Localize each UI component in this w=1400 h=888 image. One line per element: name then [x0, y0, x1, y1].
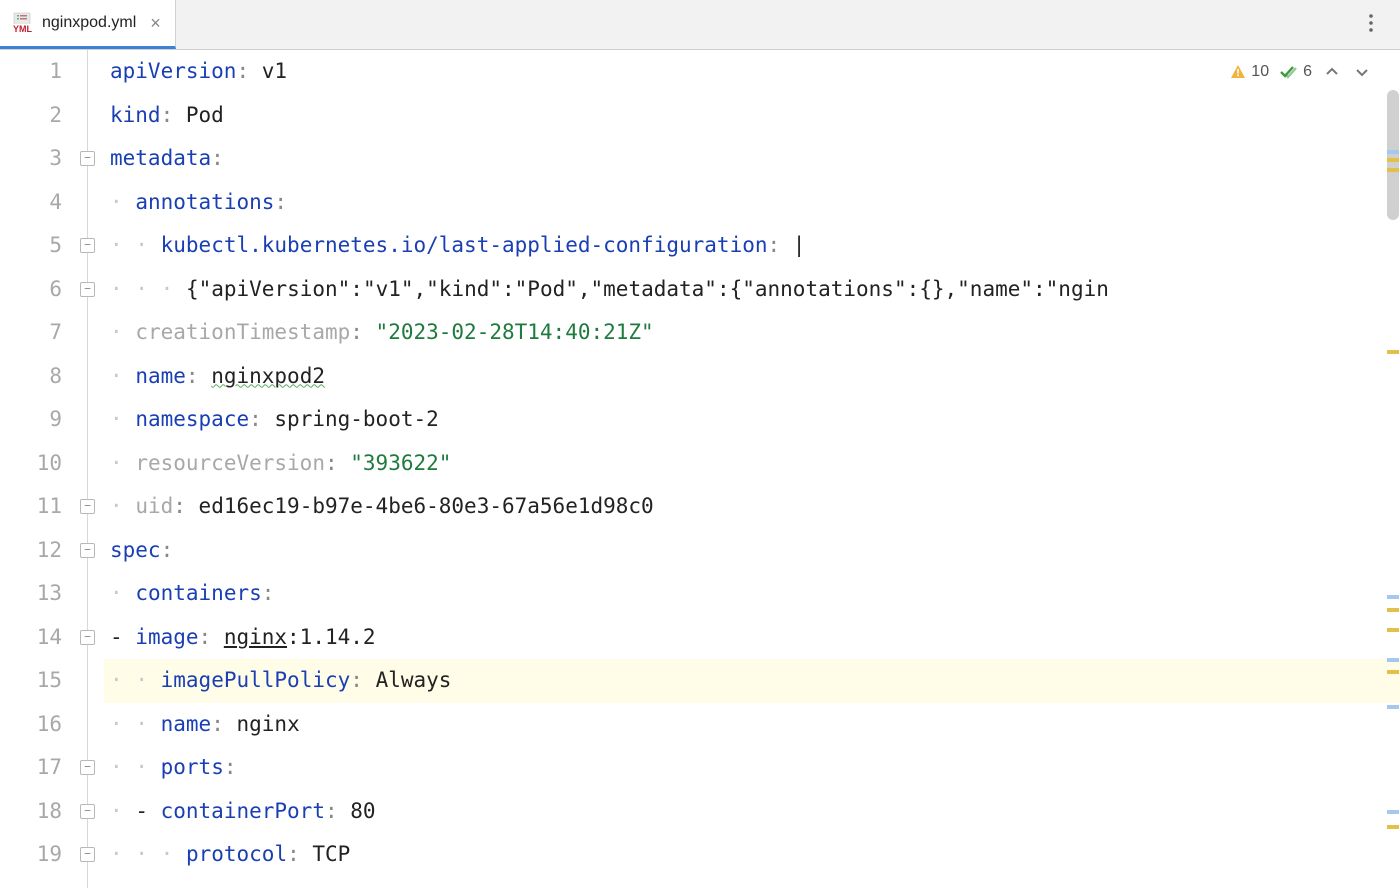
code-line[interactable]: spec:	[104, 529, 1400, 573]
line-number: 2	[0, 94, 62, 138]
code-editor[interactable]: 12345678910111213141516171819 −−−−−−−−− …	[0, 50, 1400, 888]
svg-text:YML: YML	[13, 24, 33, 34]
fold-column: − − − − − − − − −	[80, 50, 104, 888]
line-number: 1	[0, 50, 62, 94]
fold-toggle-icon[interactable]: −	[80, 238, 95, 253]
tab-bar: YML nginxpod.yml ×	[0, 0, 1400, 50]
fold-toggle-icon[interactable]: −	[80, 151, 95, 166]
error-stripe[interactable]	[1387, 705, 1399, 709]
code-line[interactable]: · containers:	[104, 572, 1400, 616]
fold-toggle-icon[interactable]: −	[80, 804, 95, 819]
fold-toggle-icon[interactable]: −	[80, 760, 95, 775]
line-number: 8	[0, 355, 62, 399]
line-number: 14	[0, 616, 62, 660]
error-stripe[interactable]	[1387, 158, 1399, 162]
tab-filename: nginxpod.yml	[42, 14, 136, 32]
code-line[interactable]: apiVersion: v1	[104, 50, 1400, 94]
error-stripe[interactable]	[1387, 628, 1399, 632]
inspection-widget[interactable]: 10 6	[1229, 62, 1372, 82]
fold-toggle-icon[interactable]: −	[80, 499, 95, 514]
code-line[interactable]: · resourceVersion: "393622"	[104, 442, 1400, 486]
line-number: 4	[0, 181, 62, 225]
line-number: 18	[0, 790, 62, 834]
editor-tab[interactable]: YML nginxpod.yml ×	[0, 0, 176, 49]
warning-icon	[1229, 63, 1247, 81]
line-number: 11	[0, 485, 62, 529]
code-line[interactable]: · name: nginxpod2	[104, 355, 1400, 399]
error-stripe[interactable]	[1387, 168, 1399, 172]
code-line[interactable]: · creationTimestamp: "2023-02-28T14:40:2…	[104, 311, 1400, 355]
code-line[interactable]: kind: Pod	[104, 94, 1400, 138]
next-highlight-icon[interactable]	[1352, 62, 1372, 82]
error-stripe[interactable]	[1387, 810, 1399, 814]
line-number: 13	[0, 572, 62, 616]
line-number: 16	[0, 703, 62, 747]
error-stripe[interactable]	[1387, 595, 1399, 599]
line-number: 6	[0, 268, 62, 312]
close-tab-icon[interactable]: ×	[150, 13, 161, 34]
weak-warnings-count[interactable]: 6	[1279, 63, 1312, 81]
line-number: 7	[0, 311, 62, 355]
tab-menu-icon[interactable]	[1360, 12, 1382, 38]
error-stripe[interactable]	[1387, 608, 1399, 612]
fold-toggle-icon[interactable]: −	[80, 543, 95, 558]
line-number: 3	[0, 137, 62, 181]
warnings-count[interactable]: 10	[1229, 63, 1269, 81]
fold-toggle-icon[interactable]: −	[80, 847, 95, 862]
code-line[interactable]: · · name: nginx	[104, 703, 1400, 747]
yml-file-icon: YML	[12, 12, 34, 34]
code-line[interactable]: · · imagePullPolicy: Always	[104, 659, 1400, 703]
code-line[interactable]: · uid: ed16ec19-b97e-4be6-80e3-67a56e1d9…	[104, 485, 1400, 529]
editor-scrollbar[interactable]	[1384, 50, 1400, 888]
scroll-thumb[interactable]	[1387, 90, 1399, 220]
prev-highlight-icon[interactable]	[1322, 62, 1342, 82]
code-line[interactable]: · · kubectl.kubernetes.io/last-applied-c…	[104, 224, 1400, 268]
code-area[interactable]: apiVersion: v1kind: Podmetadata:· annota…	[104, 50, 1400, 888]
fold-toggle-icon[interactable]: −	[80, 630, 95, 645]
error-stripe[interactable]	[1387, 350, 1399, 354]
code-line[interactable]: · namespace: spring-boot-2	[104, 398, 1400, 442]
code-line[interactable]: - image: nginx:1.14.2	[104, 616, 1400, 660]
line-number: 9	[0, 398, 62, 442]
check-icon	[1279, 64, 1299, 80]
code-line[interactable]: · · ports:	[104, 746, 1400, 790]
line-number: 10	[0, 442, 62, 486]
line-number-gutter: 12345678910111213141516171819	[0, 50, 80, 888]
line-number: 15	[0, 659, 62, 703]
code-line[interactable]: · · · {"apiVersion":"v1","kind":"Pod","m…	[104, 268, 1400, 312]
code-line[interactable]: · annotations:	[104, 181, 1400, 225]
line-number: 5	[0, 224, 62, 268]
error-stripe[interactable]	[1387, 658, 1399, 662]
line-number: 17	[0, 746, 62, 790]
error-stripe[interactable]	[1387, 825, 1399, 829]
error-stripe[interactable]	[1387, 150, 1399, 154]
code-line[interactable]: · - containerPort: 80	[104, 790, 1400, 834]
code-line[interactable]: metadata:	[104, 137, 1400, 181]
code-line[interactable]: · · · protocol: TCP	[104, 833, 1400, 877]
line-number: 12	[0, 529, 62, 573]
line-number: 19	[0, 833, 62, 877]
fold-toggle-icon[interactable]: −	[80, 282, 95, 297]
error-stripe[interactable]	[1387, 670, 1399, 674]
